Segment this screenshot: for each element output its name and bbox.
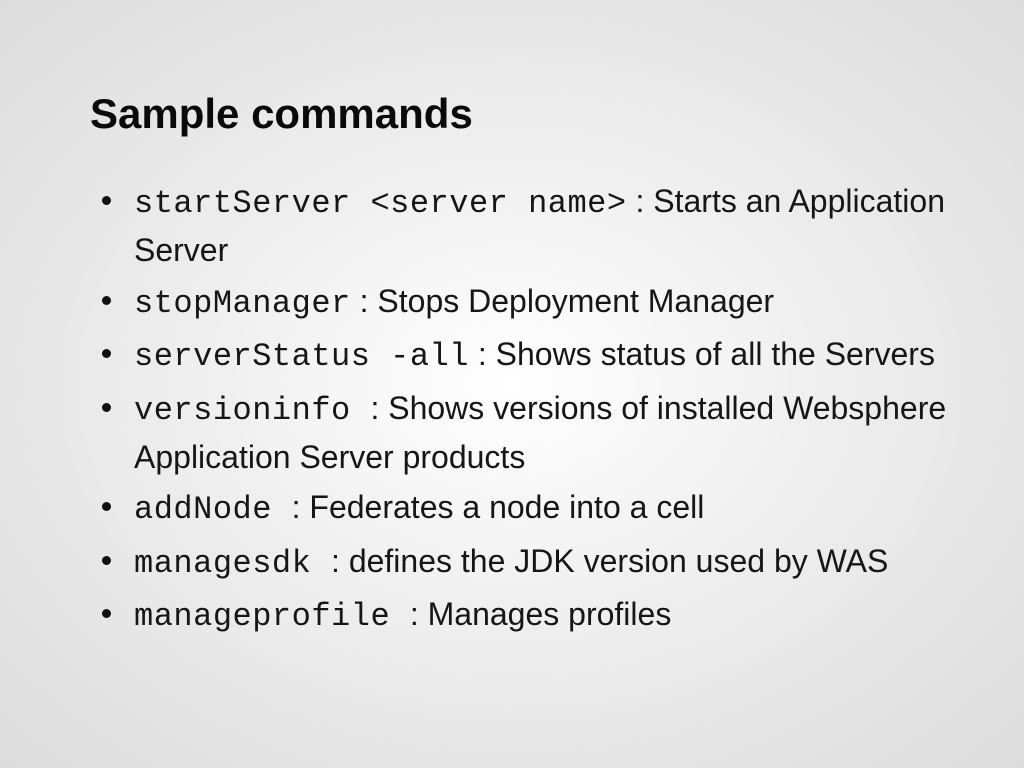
command-code: manageprofile [134,598,410,635]
command-code: serverStatus -all [134,338,469,375]
list-item: versioninfo : Shows versions of installe… [98,385,954,481]
list-item: stopManager : Stops Deployment Manager [98,278,954,327]
command-description: : Federates a node into a cell [292,489,705,525]
command-code: stopManager [134,285,351,322]
command-description: : Shows status of all the Servers [469,336,935,372]
command-list: startServer <server name> : Starts an Ap… [90,178,954,641]
command-code: versioninfo [134,392,370,429]
list-item: startServer <server name> : Starts an Ap… [98,178,954,274]
slide: Sample commands startServer <server name… [0,0,1024,685]
command-description: : Manages profiles [410,596,671,632]
list-item: addNode : Federates a node into a cell [98,484,954,533]
command-code: addNode [134,491,292,528]
command-code: managesdk [134,545,331,582]
command-description: : Stops Deployment Manager [351,283,774,319]
command-description: : defines the JDK version used by WAS [331,543,888,579]
slide-title: Sample commands [90,90,954,138]
list-item: managesdk : defines the JDK version used… [98,538,954,587]
list-item: manageprofile : Manages profiles [98,591,954,640]
command-code: startServer <server name> [134,185,627,222]
list-item: serverStatus -all : Shows status of all … [98,331,954,380]
